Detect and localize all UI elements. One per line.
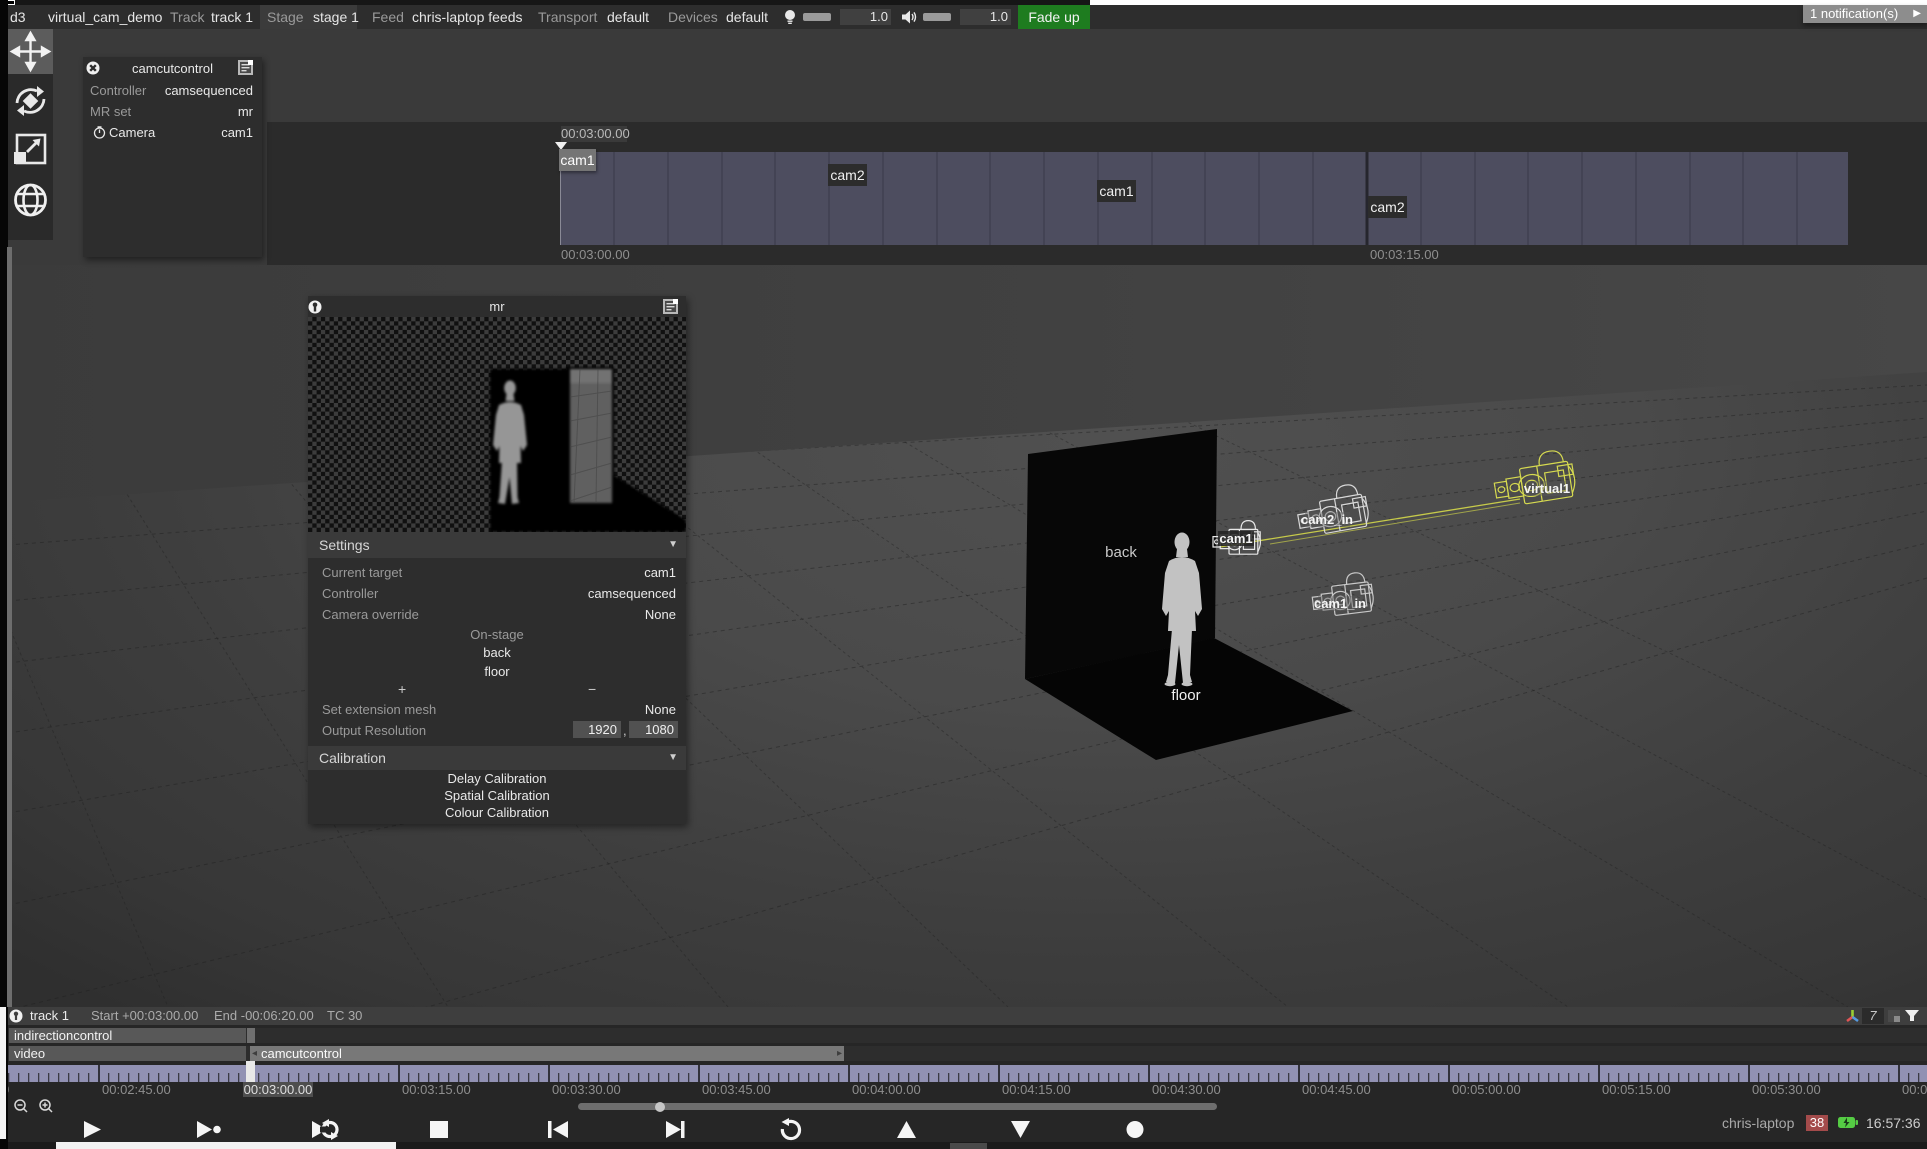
svg-text:cam2_in: cam2_in bbox=[1301, 512, 1353, 527]
svg-text:cam1: cam1 bbox=[1219, 531, 1252, 546]
svg-text:back: back bbox=[1105, 544, 1137, 561]
svg-text:virtual1: virtual1 bbox=[1524, 481, 1570, 496]
svg-text:cam1_in: cam1_in bbox=[1314, 596, 1366, 611]
svg-text:floor: floor bbox=[1171, 687, 1200, 704]
